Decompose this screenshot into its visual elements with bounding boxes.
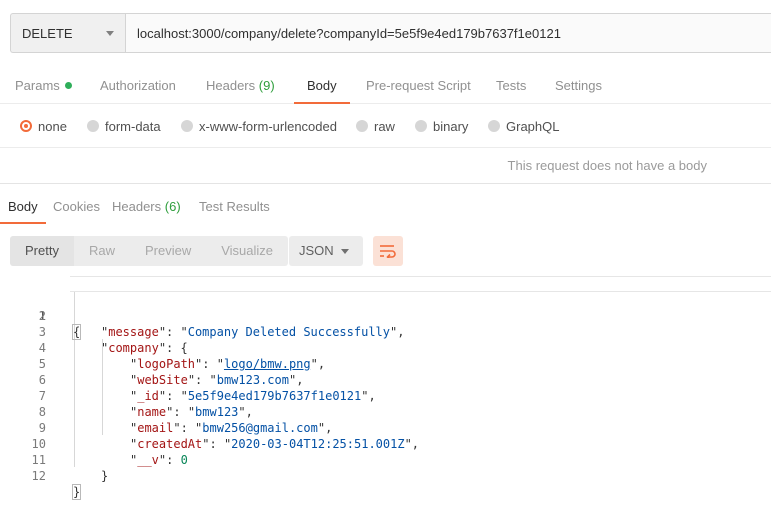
tab-pre-request-script-label: Pre-request Script	[366, 78, 471, 93]
radio-empty-icon	[87, 120, 99, 132]
code-line: 5 "webSite": "bmw123.com",	[0, 340, 771, 387]
code-line: 1 {	[0, 276, 771, 340]
wrap-lines-button[interactable]	[373, 236, 403, 266]
radio-graphql-label: GraphQL	[506, 118, 560, 134]
params-indicator-dot-icon	[64, 82, 72, 89]
response-tab-test-results[interactable]: Test Results	[199, 190, 270, 224]
radio-none-label: none	[38, 118, 67, 134]
response-tab-cookies[interactable]: Cookies	[53, 190, 100, 224]
code-line: 2 "message": "Company Deleted Successful…	[0, 292, 771, 339]
no-body-message: This request does not have a body	[507, 158, 707, 173]
wrap-lines-icon	[380, 245, 396, 258]
code-line: 7 "name": "bmw123",	[0, 372, 771, 419]
method-label: DELETE	[22, 25, 73, 41]
method-select[interactable]: DELETE	[10, 13, 125, 53]
radio-empty-icon	[181, 120, 193, 132]
tab-authorization[interactable]: Authorization	[100, 68, 176, 104]
tab-headers[interactable]: Headers (9)	[206, 68, 275, 104]
chevron-down-icon	[341, 249, 349, 254]
radio-none[interactable]: none	[20, 118, 67, 134]
chevron-down-icon	[106, 31, 114, 36]
tab-headers-count: (9)	[258, 78, 275, 93]
tab-params[interactable]: Params	[15, 68, 72, 104]
radio-empty-icon	[356, 120, 368, 132]
no-body-notice: This request does not have a body	[0, 148, 771, 184]
code-line: 9 "createdAt": "2020-03-04T12:25:51.001Z…	[0, 404, 771, 451]
tab-settings-label: Settings	[555, 78, 602, 93]
tab-authorization-label: Authorization	[100, 78, 176, 93]
view-visualize-button[interactable]: Visualize	[206, 236, 289, 266]
code-line: 3 "company": {	[0, 308, 771, 355]
code-line: 8 "email": "bmw256@gmail.com",	[0, 388, 771, 435]
body-type-options: none form-data x-www-form-urlencoded raw…	[0, 104, 771, 148]
radio-empty-icon	[415, 120, 427, 132]
code-line: 6 "_id": "5e5f9e4ed179b7637f1e0121",	[0, 356, 771, 403]
json-brace: }	[101, 469, 109, 483]
tab-body[interactable]: Body	[294, 68, 350, 104]
format-select[interactable]: JSON	[289, 236, 363, 266]
tab-params-label: Params	[15, 78, 60, 93]
response-tab-body-label: Body	[8, 199, 38, 214]
radio-binary-label: binary	[433, 118, 469, 134]
tab-pre-request-script[interactable]: Pre-request Script	[366, 68, 471, 104]
tab-headers-label: Headers	[206, 78, 256, 93]
tab-body-label: Body	[307, 78, 337, 93]
radio-x-www-form-urlencoded[interactable]: x-www-form-urlencoded	[181, 118, 337, 134]
radio-graphql[interactable]: GraphQL	[488, 118, 559, 134]
response-tab-test-results-label: Test Results	[199, 199, 270, 214]
radio-raw-label: raw	[374, 118, 395, 134]
tab-tests-label: Tests	[496, 78, 527, 93]
response-body-viewer[interactable]: 1 { 2 "message": "Company Deleted Succes…	[0, 275, 771, 500]
view-raw-button[interactable]: Raw	[73, 236, 130, 266]
response-tab-headers-label: Headers	[112, 199, 162, 214]
code-line: 4 "logoPath": "logo/bmw.png",	[0, 324, 771, 371]
url-bar: DELETE localhost:3000/company/delete?com…	[10, 13, 771, 53]
response-tabs: Body Cookies Headers (6) Test Results	[0, 190, 771, 224]
request-tabs: Params Authorization Headers (9) Body Pr…	[0, 68, 771, 104]
response-tab-headers-count: (6)	[164, 199, 181, 214]
tab-tests[interactable]: Tests	[496, 68, 526, 104]
json-brace: }	[71, 484, 82, 500]
response-tab-body[interactable]: Body	[0, 190, 46, 224]
radio-empty-icon	[488, 120, 500, 132]
response-tab-headers[interactable]: Headers (6)	[112, 190, 181, 224]
view-pretty-button[interactable]: Pretty	[10, 236, 74, 266]
view-mode-toolbar: Pretty Raw Preview Visualize	[10, 236, 289, 266]
radio-selected-icon	[20, 120, 32, 132]
line-number: 12	[31, 469, 46, 483]
code-line: 12 }	[0, 452, 771, 500]
radio-binary[interactable]: binary	[415, 118, 468, 134]
format-label: JSON	[299, 243, 334, 258]
tab-settings[interactable]: Settings	[555, 68, 602, 104]
url-input[interactable]: localhost:3000/company/delete?companyId=…	[125, 13, 771, 53]
radio-urlencoded-label: x-www-form-urlencoded	[199, 118, 337, 134]
current-line-highlight	[70, 276, 771, 292]
view-preview-button[interactable]: Preview	[129, 236, 207, 266]
radio-raw[interactable]: raw	[356, 118, 395, 134]
code-line: 11 }	[0, 436, 771, 483]
code-line: 10 "__v": 0	[0, 420, 771, 467]
response-tab-cookies-label: Cookies	[53, 199, 100, 214]
radio-form-data-label: form-data	[105, 118, 161, 134]
radio-form-data[interactable]: form-data	[87, 118, 161, 134]
